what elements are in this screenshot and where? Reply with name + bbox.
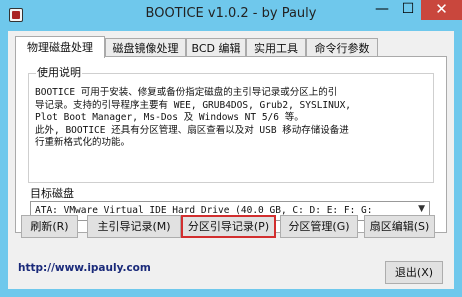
app-window: BOOTICE v1.0.2 - by Pauly — ☐ ✕ 物理磁盘处理 磁… <box>0 0 462 297</box>
tab-command-line[interactable]: 命令行参数 <box>306 38 378 57</box>
minimize-button[interactable]: — <box>369 0 395 20</box>
tab-physical-disk[interactable]: 物理磁盘处理 <box>15 36 105 58</box>
tab-utilities[interactable]: 实用工具 <box>246 38 306 57</box>
exit-button[interactable]: 退出(X) <box>385 261 443 284</box>
website-link[interactable]: http://www.ipauly.com <box>18 262 151 274</box>
pbr-button[interactable]: 分区引导记录(P) <box>181 215 276 238</box>
client-area: 物理磁盘处理 磁盘镜像处理 BCD 编辑 实用工具 命令行参数 使用说明 BOO… <box>8 31 454 289</box>
tab-bcd-edit[interactable]: BCD 编辑 <box>186 38 246 57</box>
close-button[interactable]: ✕ <box>421 0 462 20</box>
partition-manage-button[interactable]: 分区管理(G) <box>280 215 358 238</box>
maximize-button[interactable]: ☐ <box>395 0 421 20</box>
chevron-down-icon[interactable]: ▼ <box>418 204 425 214</box>
tab-disk-image[interactable]: 磁盘镜像处理 <box>105 38 186 57</box>
usage-text: BOOTICE 可用于安装、修复或备份指定磁盘的主引导记录或分区上的引 导记录。… <box>35 87 352 148</box>
title-bar[interactable]: BOOTICE v1.0.2 - by Pauly — ☐ ✕ <box>0 0 462 30</box>
tab-panel: 使用说明 BOOTICE 可用于安装、修复或备份指定磁盘的主引导记录或分区上的引… <box>15 56 447 233</box>
refresh-button[interactable]: 刷新(R) <box>21 215 78 238</box>
mbr-button[interactable]: 主引导记录(M) <box>87 215 181 238</box>
target-disk-label: 目标磁盘 <box>30 187 74 200</box>
usage-title: 使用说明 <box>36 66 82 79</box>
sector-edit-button[interactable]: 扇区编辑(S) <box>364 215 435 238</box>
usage-group: 使用说明 BOOTICE 可用于安装、修复或备份指定磁盘的主引导记录或分区上的引… <box>28 67 434 183</box>
